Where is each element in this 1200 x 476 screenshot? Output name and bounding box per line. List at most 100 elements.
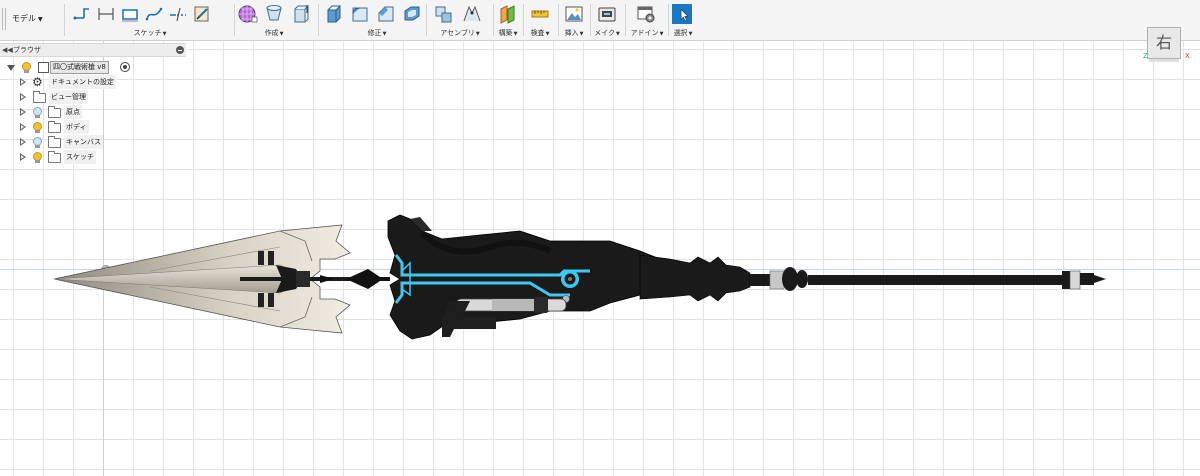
- scripts-addins-icon[interactable]: [636, 3, 656, 25]
- toolbar-separator: [625, 4, 626, 36]
- toolbar-separator: [668, 4, 669, 36]
- fillet-icon[interactable]: [350, 3, 370, 25]
- toolbar-separator: [523, 4, 524, 36]
- chevron-down-icon: ▼: [688, 31, 693, 37]
- assemble-group: アセンブリ▼: [430, 3, 490, 39]
- 3d-print-icon[interactable]: [597, 3, 617, 25]
- visibility-bulb-icon[interactable]: [33, 122, 42, 133]
- make-label: メイク: [594, 29, 615, 37]
- expand-triangle-icon[interactable]: [20, 78, 26, 86]
- offset-plane-icon[interactable]: [498, 3, 518, 25]
- activate-radio-icon[interactable]: [120, 62, 130, 72]
- make-group: メイク▼: [593, 3, 621, 39]
- tree-item-label: 原点: [64, 105, 82, 119]
- form-icon[interactable]: [238, 3, 258, 25]
- viewcube-right-face[interactable]: 右: [1147, 27, 1181, 59]
- construct-menu[interactable]: 構築▼: [495, 28, 521, 38]
- visibility-bulb-icon[interactable]: [22, 62, 31, 73]
- make-menu[interactable]: メイク▼: [593, 28, 621, 38]
- chevron-down-icon: ▼: [475, 31, 480, 37]
- assemble-label: アセンブリ: [440, 29, 475, 37]
- toolbar-separator: [234, 4, 235, 36]
- finish-sketch-icon[interactable]: [192, 3, 212, 25]
- trim-icon[interactable]: [168, 3, 188, 25]
- diamond-connector: [376, 277, 390, 281]
- addins-group: アドイン▼: [628, 3, 666, 39]
- workspace-switcher[interactable]: モデル ▼: [12, 10, 62, 28]
- collapse-arrows-icon[interactable]: ◀◀: [2, 44, 13, 56]
- tree-item-view-management[interactable]: ビュー管理: [0, 90, 186, 104]
- sketch-group: スケッチ▼: [68, 3, 232, 39]
- assemble-menu[interactable]: アセンブリ▼: [430, 28, 490, 38]
- expand-triangle-icon[interactable]: [20, 153, 26, 161]
- expand-triangle-icon[interactable]: [20, 108, 26, 116]
- expand-triangle-icon[interactable]: [7, 65, 15, 71]
- select-group: 選択▼: [670, 3, 696, 39]
- component-icon: [38, 62, 49, 73]
- browser-toggle-icon[interactable]: [176, 46, 184, 54]
- create-menu[interactable]: 作成▼: [236, 28, 312, 38]
- spline-icon[interactable]: [144, 3, 164, 25]
- revolve-icon[interactable]: [290, 3, 310, 25]
- tree-item-bodies[interactable]: ボディ: [0, 120, 186, 134]
- canvas-image-icon[interactable]: [564, 3, 584, 25]
- viewcube-x-axis-label: X: [1185, 52, 1190, 60]
- expand-triangle-icon[interactable]: [20, 123, 26, 131]
- expand-triangle-icon[interactable]: [20, 138, 26, 146]
- spear-body: [387, 214, 751, 340]
- chevron-down-icon: ▼: [659, 31, 664, 37]
- construct-group: 構築▼: [495, 3, 521, 39]
- modify-label: 修正: [367, 29, 382, 37]
- toolbar-separator: [558, 4, 559, 36]
- inspect-group: 検査▼: [526, 3, 554, 39]
- insert-label: 挿入: [564, 29, 579, 37]
- toolbar-separator: [590, 4, 591, 36]
- addins-menu[interactable]: アドイン▼: [628, 28, 666, 38]
- insert-menu[interactable]: 挿入▼: [560, 28, 588, 38]
- tree-item-label: ビュー管理: [49, 90, 88, 104]
- select-menu[interactable]: 選択▼: [670, 28, 696, 38]
- shell-icon[interactable]: [402, 3, 422, 25]
- visibility-bulb-icon[interactable]: [33, 137, 42, 148]
- folder-icon: [48, 121, 61, 133]
- folder-icon: [48, 151, 61, 163]
- tree-item-origin[interactable]: 原点: [0, 105, 186, 119]
- chevron-down-icon: ▼: [382, 31, 387, 37]
- construct-label: 構築: [498, 29, 513, 37]
- diamond-piece: [346, 269, 380, 289]
- chevron-down-icon: ▼: [579, 31, 584, 37]
- tree-item-document-settings[interactable]: ⚙ ドキュメントの設定: [0, 75, 186, 89]
- inspect-label: 検査: [530, 29, 545, 37]
- toolbar-separator: [318, 4, 319, 36]
- toolbar-grip[interactable]: [2, 8, 6, 30]
- press-pull-icon[interactable]: [324, 3, 344, 25]
- spear-model[interactable]: [50, 211, 1110, 346]
- root-component-label: 四〇式戦術槍 v8: [50, 61, 109, 74]
- measure-icon[interactable]: [530, 3, 550, 25]
- joint-icon[interactable]: [462, 3, 482, 25]
- expand-triangle-icon[interactable]: [20, 93, 26, 101]
- visibility-bulb-icon[interactable]: [33, 107, 42, 118]
- insert-group: 挿入▼: [560, 3, 588, 39]
- toolbar-separator: [64, 4, 65, 36]
- browser-title: ブラウザ: [13, 46, 41, 54]
- tree-item-label: スケッチ: [64, 150, 96, 164]
- tree-root-row[interactable]: 四〇式戦術槍 v8: [0, 60, 186, 74]
- dimension-icon[interactable]: [96, 3, 116, 25]
- visibility-bulb-icon[interactable]: [33, 152, 42, 163]
- create-label: 作成: [264, 29, 279, 37]
- line-icon[interactable]: [72, 3, 92, 25]
- extrude-icon[interactable]: [264, 3, 284, 25]
- tree-item-sketches[interactable]: スケッチ: [0, 150, 186, 164]
- toolbar-separator: [493, 4, 494, 36]
- rectangle-icon[interactable]: [120, 3, 140, 25]
- modify-menu[interactable]: 修正▼: [322, 28, 432, 38]
- select-icon[interactable]: [672, 3, 694, 25]
- sketch-menu[interactable]: スケッチ▼: [68, 28, 232, 38]
- inspect-menu[interactable]: 検査▼: [526, 28, 554, 38]
- tree-item-canvases[interactable]: キャンバス: [0, 135, 186, 149]
- chamfer-icon[interactable]: [376, 3, 396, 25]
- viewcube[interactable]: 右 Z X: [1143, 24, 1193, 64]
- new-component-icon[interactable]: [434, 3, 454, 25]
- chevron-down-icon: ▼: [545, 31, 550, 37]
